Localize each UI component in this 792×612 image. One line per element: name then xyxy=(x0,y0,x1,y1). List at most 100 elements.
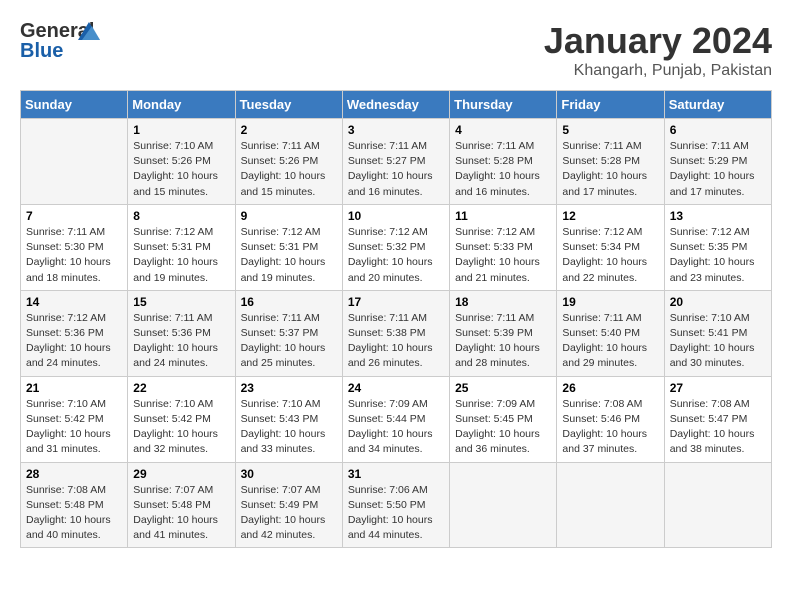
day-info: Sunrise: 7:10 AMSunset: 5:43 PMDaylight:… xyxy=(241,397,337,458)
day-number: 7 xyxy=(26,209,122,223)
calendar-cell: 11 Sunrise: 7:12 AMSunset: 5:33 PMDayligh… xyxy=(450,204,557,290)
day-info: Sunrise: 7:08 AMSunset: 5:48 PMDaylight:… xyxy=(26,483,122,544)
day-number: 25 xyxy=(455,381,551,395)
day-info: Sunrise: 7:12 AMSunset: 5:31 PMDaylight:… xyxy=(133,225,229,286)
day-info: Sunrise: 7:08 AMSunset: 5:46 PMDaylight:… xyxy=(562,397,658,458)
calendar-cell: 7Sunrise: 7:11 AMSunset: 5:30 PMDaylight… xyxy=(21,204,128,290)
logo-icon xyxy=(78,22,100,40)
page-header: General Blue January 2024 Khangarh, Punj… xyxy=(20,20,772,80)
calendar-cell: 8 Sunrise: 7:12 AMSunset: 5:31 PMDaylight… xyxy=(128,204,235,290)
calendar-cell: 23 Sunrise: 7:10 AMSunset: 5:43 PMDayligh… xyxy=(235,376,342,462)
calendar-cell: 26 Sunrise: 7:08 AMSunset: 5:46 PMDayligh… xyxy=(557,376,664,462)
day-number: 26 xyxy=(562,381,658,395)
calendar-cell: 24 Sunrise: 7:09 AMSunset: 5:44 PMDayligh… xyxy=(342,376,449,462)
day-info: Sunrise: 7:11 AMSunset: 5:37 PMDaylight:… xyxy=(241,311,337,372)
calendar-cell xyxy=(664,462,771,548)
calendar-cell: 29 Sunrise: 7:07 AMSunset: 5:48 PMDayligh… xyxy=(128,462,235,548)
column-header-tuesday: Tuesday xyxy=(235,91,342,119)
column-header-saturday: Saturday xyxy=(664,91,771,119)
week-row-2: 7Sunrise: 7:11 AMSunset: 5:30 PMDaylight… xyxy=(21,204,772,290)
logo-blue-text: Blue xyxy=(20,40,63,63)
calendar-cell xyxy=(450,462,557,548)
day-number: 29 xyxy=(133,467,229,481)
day-number: 2 xyxy=(241,123,337,137)
calendar-cell: 25 Sunrise: 7:09 AMSunset: 5:45 PMDayligh… xyxy=(450,376,557,462)
day-number: 13 xyxy=(670,209,766,223)
day-info: Sunrise: 7:11 AMSunset: 5:27 PMDaylight:… xyxy=(348,139,444,200)
column-header-friday: Friday xyxy=(557,91,664,119)
day-info: Sunrise: 7:10 AMSunset: 5:41 PMDaylight:… xyxy=(670,311,766,372)
day-number: 6 xyxy=(670,123,766,137)
day-number: 17 xyxy=(348,295,444,309)
day-number: 16 xyxy=(241,295,337,309)
day-number: 4 xyxy=(455,123,551,137)
week-row-5: 28 Sunrise: 7:08 AMSunset: 5:48 PMDayligh… xyxy=(21,462,772,548)
calendar-cell: 13Sunrise: 7:12 AMSunset: 5:35 PMDayligh… xyxy=(664,204,771,290)
calendar-cell: 27 Sunrise: 7:08 AMSunset: 5:47 PMDayligh… xyxy=(664,376,771,462)
day-info: Sunrise: 7:12 AMSunset: 5:34 PMDaylight:… xyxy=(562,225,658,286)
day-number: 28 xyxy=(26,467,122,481)
calendar-cell: 17 Sunrise: 7:11 AMSunset: 5:38 PMDayligh… xyxy=(342,290,449,376)
day-info: Sunrise: 7:06 AMSunset: 5:50 PMDaylight:… xyxy=(348,483,444,544)
calendar-cell xyxy=(557,462,664,548)
day-info: Sunrise: 7:09 AMSunset: 5:44 PMDaylight:… xyxy=(348,397,444,458)
day-info: Sunrise: 7:09 AMSunset: 5:45 PMDaylight:… xyxy=(455,397,551,458)
day-number: 18 xyxy=(455,295,551,309)
day-info: Sunrise: 7:12 AMSunset: 5:36 PMDaylight:… xyxy=(26,311,122,372)
calendar-cell: 5Sunrise: 7:11 AMSunset: 5:28 PMDaylight… xyxy=(557,119,664,205)
day-number: 23 xyxy=(241,381,337,395)
month-title: January 2024 xyxy=(544,20,772,62)
week-row-4: 21 Sunrise: 7:10 AMSunset: 5:42 PMDayligh… xyxy=(21,376,772,462)
column-header-wednesday: Wednesday xyxy=(342,91,449,119)
day-info: Sunrise: 7:10 AMSunset: 5:26 PMDaylight:… xyxy=(133,139,229,200)
day-number: 22 xyxy=(133,381,229,395)
calendar-cell: 21 Sunrise: 7:10 AMSunset: 5:42 PMDayligh… xyxy=(21,376,128,462)
day-number: 10 xyxy=(348,209,444,223)
day-info: Sunrise: 7:08 AMSunset: 5:47 PMDaylight:… xyxy=(670,397,766,458)
calendar-cell: 28 Sunrise: 7:08 AMSunset: 5:48 PMDayligh… xyxy=(21,462,128,548)
day-number: 19 xyxy=(562,295,658,309)
day-number: 24 xyxy=(348,381,444,395)
day-info: Sunrise: 7:11 AMSunset: 5:40 PMDaylight:… xyxy=(562,311,658,372)
calendar-cell: 10Sunrise: 7:12 AMSunset: 5:32 PMDayligh… xyxy=(342,204,449,290)
day-info: Sunrise: 7:11 AMSunset: 5:36 PMDaylight:… xyxy=(133,311,229,372)
calendar-table: SundayMondayTuesdayWednesdayThursdayFrid… xyxy=(20,90,772,548)
week-row-1: 1 Sunrise: 7:10 AMSunset: 5:26 PMDaylight… xyxy=(21,119,772,205)
day-info: Sunrise: 7:12 AMSunset: 5:31 PMDaylight:… xyxy=(241,225,337,286)
location: Khangarh, Punjab, Pakistan xyxy=(544,62,772,80)
day-number: 31 xyxy=(348,467,444,481)
day-number: 1 xyxy=(133,123,229,137)
week-row-3: 14 Sunrise: 7:12 AMSunset: 5:36 PMDayligh… xyxy=(21,290,772,376)
calendar-cell: 20Sunrise: 7:10 AMSunset: 5:41 PMDayligh… xyxy=(664,290,771,376)
day-info: Sunrise: 7:11 AMSunset: 5:38 PMDaylight:… xyxy=(348,311,444,372)
day-info: Sunrise: 7:07 AMSunset: 5:48 PMDaylight:… xyxy=(133,483,229,544)
calendar-cell: 14 Sunrise: 7:12 AMSunset: 5:36 PMDayligh… xyxy=(21,290,128,376)
calendar-cell: 3Sunrise: 7:11 AMSunset: 5:27 PMDaylight… xyxy=(342,119,449,205)
column-header-thursday: Thursday xyxy=(450,91,557,119)
day-info: Sunrise: 7:11 AMSunset: 5:28 PMDaylight:… xyxy=(562,139,658,200)
calendar-cell: 6 Sunrise: 7:11 AMSunset: 5:29 PMDaylight… xyxy=(664,119,771,205)
calendar-cell: 19 Sunrise: 7:11 AMSunset: 5:40 PMDayligh… xyxy=(557,290,664,376)
calendar-cell: 31 Sunrise: 7:06 AMSunset: 5:50 PMDayligh… xyxy=(342,462,449,548)
calendar-cell: 22Sunrise: 7:10 AMSunset: 5:42 PMDayligh… xyxy=(128,376,235,462)
day-number: 15 xyxy=(133,295,229,309)
calendar-cell: 18Sunrise: 7:11 AMSunset: 5:39 PMDayligh… xyxy=(450,290,557,376)
day-info: Sunrise: 7:10 AMSunset: 5:42 PMDaylight:… xyxy=(26,397,122,458)
day-number: 11 xyxy=(455,209,551,223)
header-row: SundayMondayTuesdayWednesdayThursdayFrid… xyxy=(21,91,772,119)
day-number: 8 xyxy=(133,209,229,223)
calendar-cell: 15 Sunrise: 7:11 AMSunset: 5:36 PMDayligh… xyxy=(128,290,235,376)
day-number: 27 xyxy=(670,381,766,395)
day-info: Sunrise: 7:11 AMSunset: 5:29 PMDaylight:… xyxy=(670,139,766,200)
day-number: 14 xyxy=(26,295,122,309)
calendar-cell: 16 Sunrise: 7:11 AMSunset: 5:37 PMDayligh… xyxy=(235,290,342,376)
title-block: January 2024 Khangarh, Punjab, Pakistan xyxy=(544,20,772,80)
day-info: Sunrise: 7:12 AMSunset: 5:33 PMDaylight:… xyxy=(455,225,551,286)
calendar-cell: 30Sunrise: 7:07 AMSunset: 5:49 PMDayligh… xyxy=(235,462,342,548)
day-info: Sunrise: 7:07 AMSunset: 5:49 PMDaylight:… xyxy=(241,483,337,544)
column-header-monday: Monday xyxy=(128,91,235,119)
calendar-cell: 4 Sunrise: 7:11 AMSunset: 5:28 PMDaylight… xyxy=(450,119,557,205)
day-number: 9 xyxy=(241,209,337,223)
day-info: Sunrise: 7:11 AMSunset: 5:28 PMDaylight:… xyxy=(455,139,551,200)
day-number: 21 xyxy=(26,381,122,395)
